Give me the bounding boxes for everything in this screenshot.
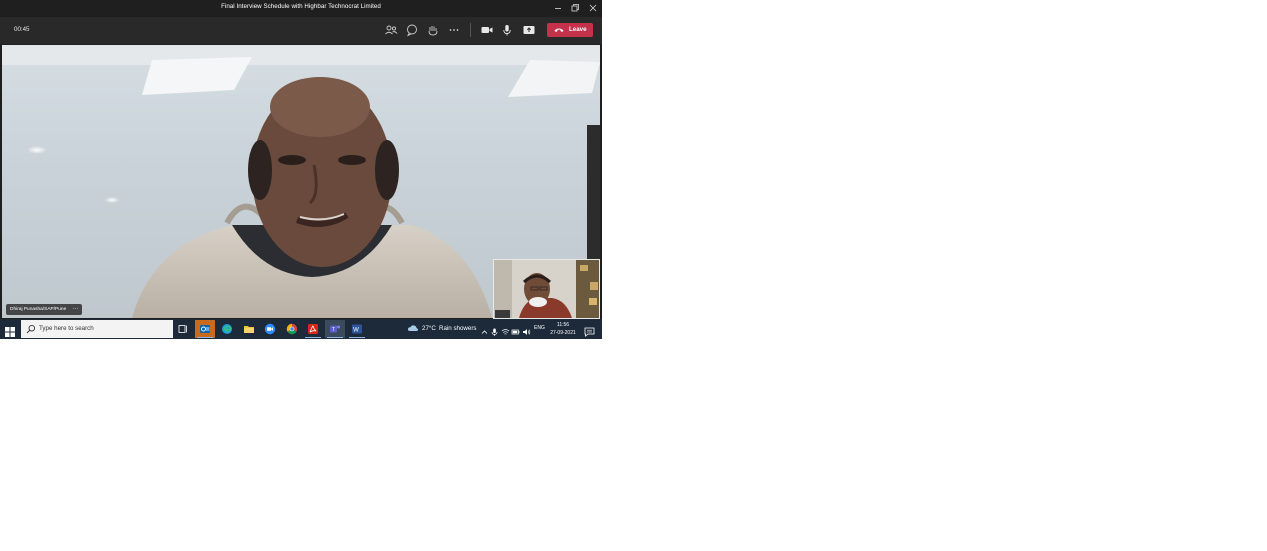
notification-center-icon[interactable] xyxy=(584,324,595,337)
search-placeholder: Type here to search xyxy=(39,325,94,332)
more-icon[interactable] xyxy=(447,23,461,37)
weather-temperature: 27°C xyxy=(422,325,436,332)
zoom-icon[interactable] xyxy=(260,320,280,338)
meeting-toolbar: 00:45 Leave xyxy=(0,17,602,44)
outlook-icon[interactable] xyxy=(195,320,215,338)
share-screen-icon[interactable] xyxy=(522,23,536,37)
show-hidden-icons-icon[interactable] xyxy=(480,324,489,334)
participant-name-badge[interactable]: Dhiraj Punasha/SAP/Pune ··· xyxy=(6,304,83,315)
network-icon[interactable] xyxy=(501,324,510,335)
hang-up-icon xyxy=(554,28,564,32)
svg-text:W: W xyxy=(353,328,359,334)
window-title: Final Interview Schedule with Highbar Te… xyxy=(221,3,381,10)
participants-icon[interactable] xyxy=(384,23,398,37)
windows-taskbar: Type here to search T W 27°C Rain shower… xyxy=(0,319,602,339)
leave-label: Leave xyxy=(569,26,587,33)
clock-date: 27-09-2021 xyxy=(550,330,576,336)
leave-button[interactable]: Leave xyxy=(547,23,593,37)
battery-icon[interactable] xyxy=(511,324,520,335)
tray-microphone-icon[interactable] xyxy=(490,324,499,336)
svg-text:T: T xyxy=(332,327,335,333)
word-active-indicator xyxy=(349,336,365,338)
acrobat-icon[interactable] xyxy=(303,320,323,338)
teams-active-indicator xyxy=(327,336,343,338)
file-explorer-icon[interactable] xyxy=(239,320,259,338)
participant-more-icon[interactable]: ··· xyxy=(72,306,78,312)
microphone-icon[interactable] xyxy=(500,23,514,37)
chat-icon[interactable] xyxy=(405,23,419,37)
toolbar-divider xyxy=(470,23,471,37)
self-view-video[interactable] xyxy=(493,259,600,319)
taskbar-search-box[interactable]: Type here to search xyxy=(21,320,173,338)
teams-meeting-screen: Final Interview Schedule with Highbar Te… xyxy=(0,0,602,339)
windows-start-icon[interactable] xyxy=(5,324,15,337)
word-icon[interactable]: W xyxy=(347,320,367,338)
clock-time: 11:56 xyxy=(556,322,570,328)
chrome-icon[interactable] xyxy=(282,320,302,338)
camera-icon[interactable] xyxy=(480,23,494,37)
outlook-active-indicator xyxy=(197,336,213,338)
teams-icon[interactable]: T xyxy=(325,320,345,338)
restore-icon[interactable] xyxy=(568,1,582,15)
self-view-frame xyxy=(494,260,599,318)
taskbar-clock[interactable]: 11:56 27-09-2021 xyxy=(548,321,578,337)
cloud-rain-icon xyxy=(407,325,419,331)
search-icon xyxy=(26,324,36,334)
participant-name: Dhiraj Punasha/SAP/Pune xyxy=(10,307,67,312)
window-titlebar: Final Interview Schedule with Highbar Te… xyxy=(0,0,602,17)
input-language[interactable]: ENG xyxy=(534,325,545,331)
call-timer: 00:45 xyxy=(14,26,30,33)
acrobat-active-indicator xyxy=(305,336,321,338)
close-icon[interactable] xyxy=(586,1,600,15)
task-view-icon[interactable] xyxy=(173,320,193,338)
raise-hand-icon[interactable] xyxy=(426,23,440,37)
edge-icon[interactable] xyxy=(217,320,237,338)
minimize-icon[interactable] xyxy=(551,1,565,15)
weather-description: Rain showers xyxy=(439,325,477,332)
volume-icon[interactable] xyxy=(522,324,531,335)
